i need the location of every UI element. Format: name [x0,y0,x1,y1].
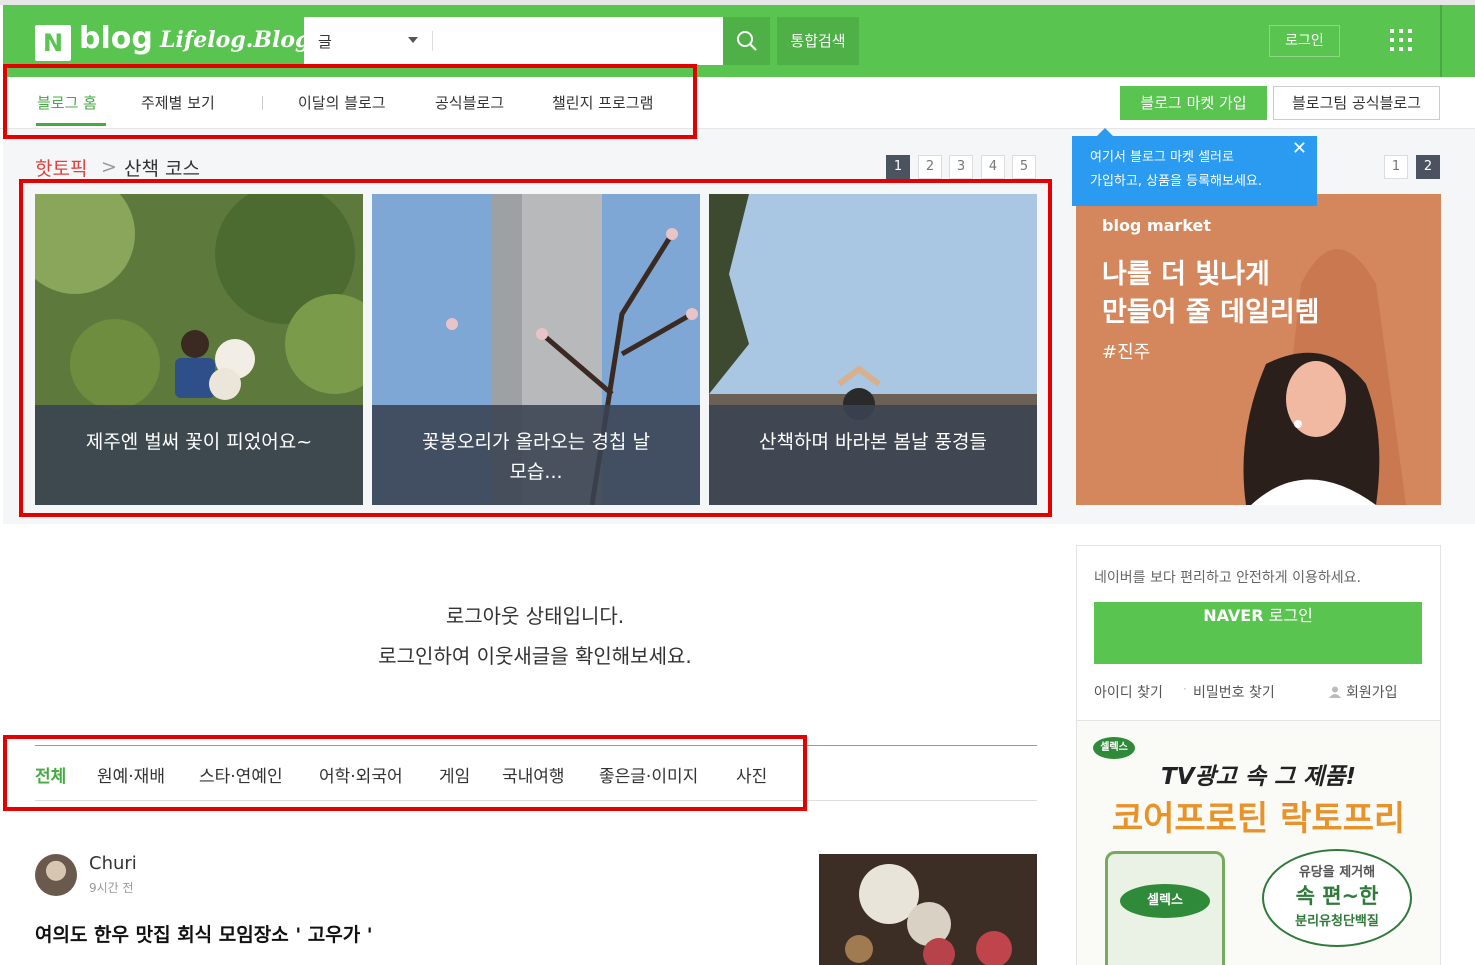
search-input[interactable] [440,23,716,59]
total-search-button[interactable]: 통합검색 [777,17,859,65]
ad2-brand-logo: 셀렉스 [1093,737,1135,759]
tooltip-text-2: 가입하고, 상품을 등록해보세요. [1090,174,1263,189]
can-label: 셀렉스 [1120,884,1210,918]
close-icon[interactable]: ✕ [1292,138,1307,159]
post-author[interactable]: Churi [89,853,137,874]
annotation-box-categories [3,735,807,811]
hot-page-4[interactable]: 4 [981,155,1005,179]
logout-status: 로그아웃 상태입니다. [445,604,625,628]
ad-headline-1: 나를 더 빛나게 [1102,259,1270,290]
naver-logo[interactable]: N [35,25,71,61]
bubble-line-2: 속 편~한 [1295,884,1379,908]
blog-market-ad[interactable]: blog market 나를 더 빛나게 만들어 줄 데일리템 #진주 [1076,194,1441,505]
hot-topic-title[interactable]: 산책 코스 [124,154,200,181]
hot-page-1[interactable]: 1 [886,155,910,179]
hot-page-3[interactable]: 3 [949,155,973,179]
link-separator: · [1183,682,1187,696]
chevron-right-icon: > [101,156,117,178]
login-description: 네이버를 보다 편리하고 안전하게 이용하세요. [1094,570,1361,586]
ad-brand: blog market [1102,216,1212,235]
hot-page-2[interactable]: 2 [918,155,942,179]
naver-login-label: 로그인 [1268,606,1313,625]
ad-hashtag: #진주 [1102,342,1151,363]
hot-page-5[interactable]: 5 [1012,155,1036,179]
avatar[interactable] [35,854,77,896]
annotation-box-hot-topic [19,179,1052,517]
search-category-select[interactable]: 글 [318,31,332,52]
hot-topic-label[interactable]: 핫토픽 [35,154,87,181]
ad2-speech-bubble: 유당을 제거해 속 편~한 분리유청단백질 [1262,849,1412,947]
search-box: 글 [304,17,723,65]
ad2-product: 코어프로틴 락토프리 [1111,799,1406,839]
ad-page-1[interactable]: 1 [1384,155,1408,179]
ad2-title: TV광고 속 그 제품! [1161,764,1356,790]
naver-wordmark: NAVER [1203,606,1264,625]
market-tooltip: 여기서 블로그 마켓 셀러로 가입하고, 상품을 등록해보세요. ✕ [1072,128,1317,206]
post-title[interactable]: 여의도 한우 맛집 회식 모임장소 ' 고우가 ' [35,920,373,947]
search-divider [432,31,433,51]
apps-grid-icon[interactable] [1390,29,1416,55]
logout-hint: 로그인하여 이웃새글을 확인해보세요. [378,644,692,668]
product-can-image: 셀렉스 [1105,851,1225,965]
ad-page-2[interactable]: 2 [1416,155,1440,179]
search-icon [737,31,757,51]
find-password-link[interactable]: 비밀번호 찾기 [1193,682,1275,702]
bubble-line-1: 유당을 제거해 [1298,865,1376,880]
header-edge [1440,5,1442,77]
login-button[interactable]: 로그인 [1269,25,1340,57]
blog-market-join-button[interactable]: 블로그 마켓 가입 [1120,86,1267,120]
blog-logo[interactable]: blog [79,21,153,56]
signup-link[interactable]: 회원가입 [1328,682,1398,702]
naver-login-button[interactable]: NAVER 로그인 [1094,602,1422,664]
annotation-box-nav [3,64,697,139]
search-button[interactable] [723,17,770,65]
caret-down-icon[interactable] [408,37,418,43]
bubble-line-3: 분리유청단백질 [1295,914,1379,929]
protein-ad[interactable]: 셀렉스 TV광고 속 그 제품! 코어프로틴 락토프리 셀렉스 유당을 제거해 … [1077,720,1440,965]
lifelog-blog-logo[interactable]: Lifelog.Blog [160,27,310,53]
blog-team-official-button[interactable]: 블로그팀 공식블로그 [1273,86,1440,120]
user-icon [1329,686,1341,698]
ad-headline-2: 만들어 줄 데일리템 [1102,297,1320,328]
tooltip-text-1: 여기서 블로그 마켓 셀러로 [1090,150,1234,165]
post-time: 9시간 전 [89,881,134,895]
post-thumbnail[interactable] [819,854,1037,965]
signup-label: 회원가입 [1346,685,1398,701]
find-id-link[interactable]: 아이디 찾기 [1094,682,1163,702]
food-photo [819,854,1037,965]
